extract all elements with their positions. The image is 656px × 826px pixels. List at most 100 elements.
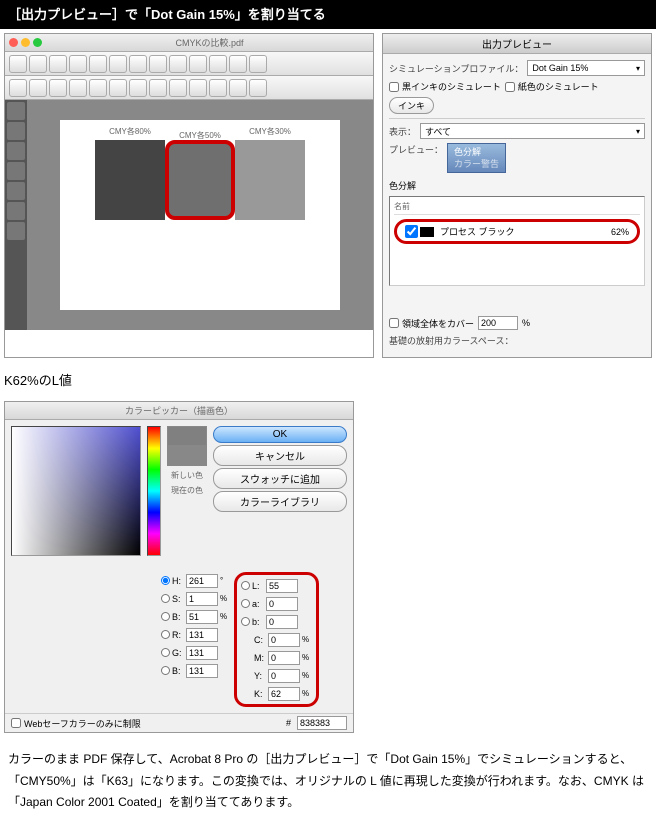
hue-slider[interactable] bbox=[147, 426, 161, 556]
toolbar-button[interactable] bbox=[249, 55, 267, 73]
toolbar-button[interactable] bbox=[229, 55, 247, 73]
toolbar-button[interactable] bbox=[49, 79, 67, 97]
toolbar bbox=[5, 52, 373, 76]
profile-label: シミュレーションプロファイル： bbox=[389, 62, 523, 75]
black-chip-icon bbox=[420, 227, 434, 237]
toolbar-button[interactable] bbox=[209, 55, 227, 73]
sep-checkbox[interactable] bbox=[405, 225, 418, 238]
toolbar-button[interactable] bbox=[109, 55, 127, 73]
k-input[interactable] bbox=[268, 687, 300, 701]
profile-select[interactable]: Dot Gain 15% bbox=[527, 60, 645, 76]
rail-icon[interactable] bbox=[7, 202, 25, 220]
window-controls[interactable] bbox=[9, 38, 42, 47]
rail-icon[interactable] bbox=[7, 162, 25, 180]
g-input[interactable] bbox=[186, 646, 218, 660]
zoom-icon[interactable] bbox=[33, 38, 42, 47]
m-input[interactable] bbox=[268, 651, 300, 665]
toolbar-button[interactable] bbox=[149, 79, 167, 97]
document-area: CMY各80% CMY各50% CMY各30% bbox=[5, 100, 373, 330]
l-input[interactable] bbox=[266, 579, 298, 593]
hex-input[interactable] bbox=[297, 716, 347, 730]
h-radio[interactable] bbox=[161, 576, 170, 585]
toolbar-button[interactable] bbox=[109, 79, 127, 97]
a-input[interactable] bbox=[266, 597, 298, 611]
toolbar-button[interactable] bbox=[169, 55, 187, 73]
cancel-button[interactable]: キャンセル bbox=[213, 445, 347, 466]
separations-list: 名前 プロセス ブラック 62% bbox=[389, 196, 645, 286]
h-input[interactable] bbox=[186, 574, 218, 588]
close-icon[interactable] bbox=[9, 38, 18, 47]
a-radio[interactable] bbox=[241, 599, 250, 608]
coverage-checkbox[interactable]: 領域全体をカバー bbox=[389, 317, 474, 330]
toolbar-button[interactable] bbox=[69, 79, 87, 97]
toolbar-button[interactable] bbox=[29, 55, 47, 73]
toolbar-button[interactable] bbox=[189, 79, 207, 97]
swatch-30: CMY各30% bbox=[235, 140, 305, 220]
toolbar-button[interactable] bbox=[209, 79, 227, 97]
toolbar-button[interactable] bbox=[149, 55, 167, 73]
r-input[interactable] bbox=[186, 628, 218, 642]
bb-radio[interactable] bbox=[161, 666, 170, 675]
b2-radio[interactable] bbox=[241, 617, 250, 626]
toolbar-button[interactable] bbox=[249, 79, 267, 97]
c-input[interactable] bbox=[268, 633, 300, 647]
toolbar-button[interactable] bbox=[69, 55, 87, 73]
l-radio[interactable] bbox=[241, 581, 250, 590]
toolbar-button[interactable] bbox=[169, 79, 187, 97]
swatch-50: CMY各50% bbox=[165, 140, 235, 220]
show-select[interactable]: すべて bbox=[420, 123, 645, 139]
separations-label: 色分解 bbox=[389, 179, 645, 192]
b-input[interactable] bbox=[186, 610, 218, 624]
toolbar-button[interactable] bbox=[9, 79, 27, 97]
coverage-input[interactable] bbox=[478, 316, 518, 330]
preview-mode-select[interactable]: 色分解 カラー警告 bbox=[447, 143, 506, 173]
navigation-rail bbox=[5, 100, 27, 330]
toolbar-button[interactable] bbox=[189, 55, 207, 73]
acrobat-window: CMYKの比較.pdf bbox=[4, 33, 374, 358]
panel-title: 出力プレビュー bbox=[383, 34, 651, 54]
rail-icon[interactable] bbox=[7, 182, 25, 200]
toolbar-button[interactable] bbox=[89, 55, 107, 73]
r-radio[interactable] bbox=[161, 630, 170, 639]
websafe-checkbox[interactable]: Webセーフカラーのみに制限 bbox=[11, 717, 141, 730]
separation-row-black[interactable]: プロセス ブラック 62% bbox=[394, 219, 640, 244]
bb-input[interactable] bbox=[186, 664, 218, 678]
canvas[interactable]: CMY各80% CMY各50% CMY各30% bbox=[27, 100, 373, 330]
minimize-icon[interactable] bbox=[21, 38, 30, 47]
toolbar-button[interactable] bbox=[129, 55, 147, 73]
color-field[interactable] bbox=[11, 426, 141, 556]
add-swatch-button[interactable]: スウォッチに追加 bbox=[213, 468, 347, 489]
top-section: CMYKの比較.pdf bbox=[0, 29, 656, 362]
rail-icon[interactable] bbox=[7, 122, 25, 140]
output-preview-panel: 出力プレビュー シミュレーションプロファイル： Dot Gain 15% 黒イン… bbox=[382, 33, 652, 358]
toolbar-button[interactable] bbox=[49, 55, 67, 73]
sim-paper-checkbox[interactable]: 紙色のシミュレート bbox=[505, 80, 599, 93]
rail-icon[interactable] bbox=[7, 102, 25, 120]
swatch-row: CMY各80% CMY各50% CMY各30% bbox=[70, 140, 330, 220]
y-input[interactable] bbox=[268, 669, 300, 683]
color-library-button[interactable]: カラーライブラリ bbox=[213, 491, 347, 512]
g-radio[interactable] bbox=[161, 648, 170, 657]
ink-button[interactable]: インキ bbox=[389, 97, 434, 114]
toolbar-button[interactable] bbox=[229, 79, 247, 97]
document-title: CMYKの比較.pdf bbox=[50, 36, 369, 49]
sim-ink-checkbox[interactable]: 黒インキのシミュレート bbox=[389, 80, 501, 93]
toolbar-button[interactable] bbox=[29, 79, 47, 97]
color-preview bbox=[167, 426, 207, 466]
subhead: K62%のL値 bbox=[0, 362, 656, 397]
toolbar-button[interactable] bbox=[89, 79, 107, 97]
preview-label: プレビュー： bbox=[389, 143, 443, 156]
lab-cmyk-col: L: a: b: C:% M:% Y:% K:% bbox=[234, 572, 319, 707]
s-input[interactable] bbox=[186, 592, 218, 606]
toolbar-button[interactable] bbox=[129, 79, 147, 97]
page-header: ［出力プレビュー］で「Dot Gain 15%」を割り当てる bbox=[0, 0, 656, 29]
b2-input[interactable] bbox=[266, 615, 298, 629]
titlebar: CMYKの比較.pdf bbox=[5, 34, 373, 52]
rail-icon[interactable] bbox=[7, 142, 25, 160]
b-radio[interactable] bbox=[161, 612, 170, 621]
show-label: 表示： bbox=[389, 125, 416, 138]
rail-icon[interactable] bbox=[7, 222, 25, 240]
body-text: カラーのまま PDF 保存して、Acrobat 8 Pro の［出力プレビュー］… bbox=[0, 737, 656, 826]
toolbar-button[interactable] bbox=[9, 55, 27, 73]
ok-button[interactable]: OK bbox=[213, 426, 347, 443]
